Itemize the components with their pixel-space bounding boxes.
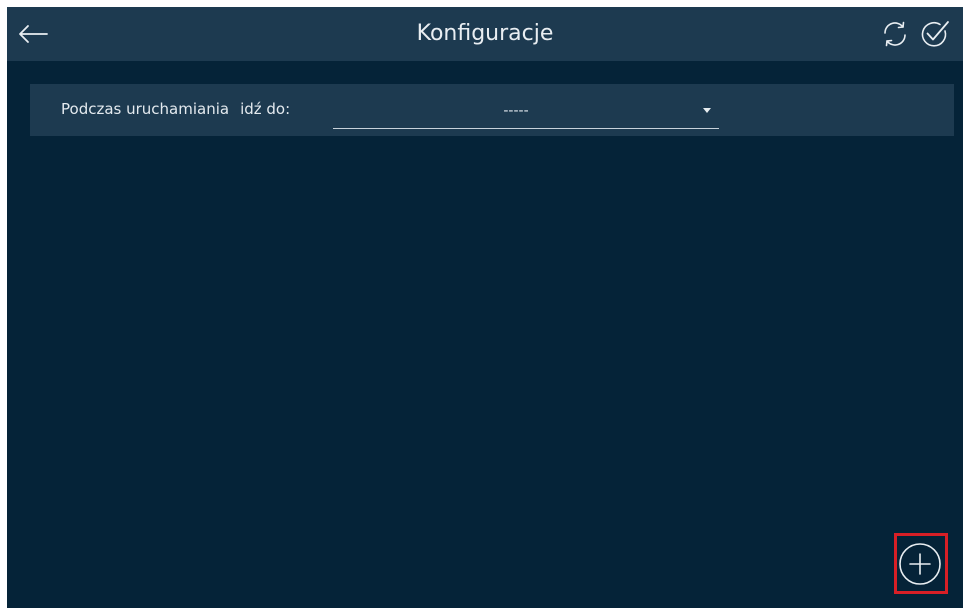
goto-label: idź do: xyxy=(240,100,291,118)
back-button[interactable] xyxy=(15,18,51,50)
check-circle-icon xyxy=(921,21,949,47)
page-title: Konfiguracje xyxy=(416,21,554,46)
startup-label: Podczas uruchamiania xyxy=(61,100,230,118)
add-button[interactable] xyxy=(898,542,942,586)
plus-circle-icon xyxy=(899,543,941,585)
chevron-down-icon xyxy=(703,108,711,113)
refresh-button[interactable] xyxy=(880,19,910,49)
top-bar: Konfiguracje xyxy=(7,7,963,61)
app-window: Konfiguracje Podczas uruchamiania idź do:… xyxy=(7,7,963,608)
arrow-left-icon xyxy=(19,25,48,43)
confirm-button[interactable] xyxy=(918,18,950,50)
dropdown-value: ----- xyxy=(503,103,529,119)
startup-setting-row: Podczas uruchamiania idź do: ----- xyxy=(30,84,954,136)
refresh-icon xyxy=(884,21,906,47)
startup-target-dropdown[interactable]: ----- xyxy=(333,94,719,129)
startup-label-group: Podczas uruchamiania idź do: xyxy=(61,84,290,136)
